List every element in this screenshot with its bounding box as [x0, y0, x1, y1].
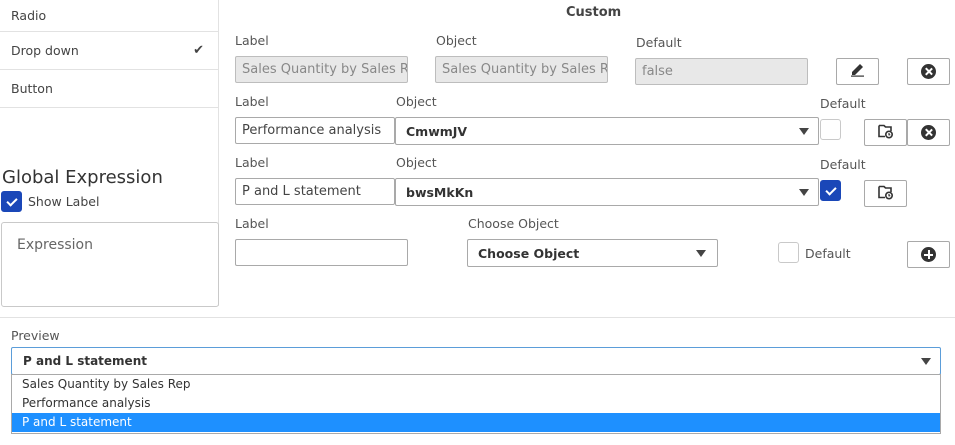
expression-textarea[interactable]: Expression — [1, 222, 219, 307]
choose-object-caption: Choose Object — [468, 216, 559, 231]
default-checkbox[interactable] — [820, 119, 841, 140]
divider — [0, 317, 955, 318]
preview-select[interactable]: P and L statement — [11, 347, 941, 375]
choose-object-value: Choose Object — [478, 246, 580, 261]
chevron-down-icon — [799, 128, 809, 135]
label-caption: Label — [235, 155, 269, 170]
default-caption: Default — [820, 157, 866, 172]
label-field: Sales Quantity by Sales R — [235, 56, 408, 83]
preview-select-value: P and L statement — [23, 354, 147, 368]
object-field: Sales Quantity by Sales R — [435, 56, 608, 83]
choose-object-select[interactable]: Choose Object — [467, 239, 718, 267]
edit-icon — [849, 62, 866, 81]
show-label-checkbox[interactable] — [1, 191, 22, 212]
menu-item-radio[interactable]: Radio — [0, 0, 218, 32]
chevron-down-icon — [696, 250, 706, 257]
global-expression-title: Global Expression — [2, 167, 163, 188]
edit-button[interactable] — [836, 58, 879, 85]
label-caption: Label — [235, 94, 269, 109]
menu-item-button[interactable]: Button — [0, 70, 218, 108]
chevron-down-icon — [921, 358, 931, 365]
remove-button[interactable] — [907, 119, 950, 146]
default-field: false — [635, 58, 808, 85]
custom-title: Custom — [566, 5, 622, 20]
remove-button[interactable] — [907, 58, 950, 85]
checkmark-icon: ✔ — [193, 43, 204, 58]
close-circle-icon — [921, 125, 936, 140]
label-caption: Label — [235, 33, 269, 48]
default-caption: Default — [820, 96, 866, 111]
add-button[interactable] — [907, 241, 950, 268]
object-caption: Object — [436, 33, 477, 48]
table-settings-button[interactable] — [864, 119, 907, 146]
object-caption: Object — [396, 94, 437, 109]
add-circle-icon — [921, 247, 936, 262]
preview-caption: Preview — [11, 328, 60, 343]
menu-item-label: Radio — [11, 8, 47, 23]
object-select-value: CmwmJV — [406, 124, 468, 139]
dropdown-option[interactable]: Performance analysis — [12, 394, 940, 413]
table-settings-button[interactable] — [864, 180, 907, 207]
object-select[interactable]: CmwmJV — [395, 117, 819, 145]
dropdown-option[interactable]: Sales Quantity by Sales Rep — [12, 375, 940, 394]
object-caption: Object — [396, 155, 437, 170]
new-label-input[interactable] — [235, 239, 408, 266]
label-input[interactable]: P and L statement — [235, 178, 395, 205]
expression-placeholder: Expression — [17, 237, 93, 253]
label-caption: Label — [235, 216, 269, 231]
show-label-text: Show Label — [28, 194, 100, 209]
menu-item-label: Button — [11, 81, 53, 96]
default-checkbox[interactable] — [820, 180, 841, 201]
new-default-checkbox[interactable] — [778, 242, 799, 263]
menu-item-label: Drop down — [11, 43, 79, 58]
preview-dropdown-list: Sales Quantity by Sales Rep Performance … — [11, 374, 941, 434]
object-select[interactable]: bwsMkKn — [395, 178, 819, 206]
table-settings-icon — [877, 184, 894, 204]
object-select-value: bwsMkKn — [406, 185, 474, 200]
chevron-down-icon — [799, 189, 809, 196]
label-input[interactable]: Performance analysis — [235, 117, 395, 144]
menu-item-dropdown[interactable]: Drop down ✔ — [0, 32, 218, 70]
default-caption: Default — [636, 35, 682, 50]
table-settings-icon — [877, 123, 894, 143]
close-circle-icon — [921, 64, 936, 79]
default-caption: Default — [805, 246, 851, 261]
dropdown-option[interactable]: P and L statement — [12, 413, 940, 432]
